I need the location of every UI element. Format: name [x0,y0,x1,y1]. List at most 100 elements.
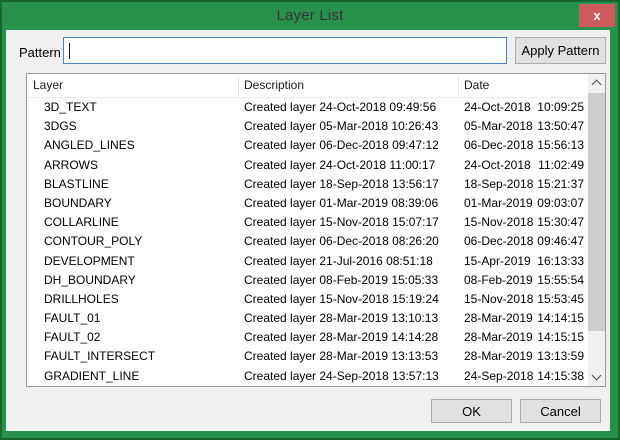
cell-date: 08-Feb-2019 [464,272,533,287]
cell-date-group: 28-Mar-2019 14:15:15 [464,328,584,347]
cell-time: 14:14:15 [537,311,584,326]
cell-date-group: 06-Dec-2018 09:46:47 [464,232,584,251]
scroll-down-button[interactable] [588,369,605,386]
cell-date: 24-Sep-2018 [464,368,534,383]
cell-date: 28-Mar-2019 [464,330,533,345]
table-row[interactable]: BOUNDARY Created layer 01-Mar-2019 08:39… [27,194,588,213]
cell-date-group: 15-Apr-2019 16:13:33 [464,252,584,271]
cell-layer: ARROWS [44,157,98,172]
cell-date: 28-Mar-2019 [464,349,533,364]
cell-date: 06-Dec-2018 [464,138,534,153]
column-header-date[interactable]: Date [464,74,489,97]
cell-description: Created layer 06-Dec-2018 08:26:20 [244,234,439,249]
cell-date-group: 06-Dec-2018 15:56:13 [464,136,584,155]
table-row[interactable]: DH_BOUNDARY Created layer 08-Feb-2019 15… [27,271,588,290]
column-separator[interactable] [238,77,239,95]
cell-layer: 3DGS [44,119,77,134]
scrollbar-thumb[interactable] [588,93,605,331]
ok-button[interactable]: OK [431,399,512,423]
table-row[interactable]: ARROWS Created layer 24-Oct-2018 11:00:1… [27,156,588,175]
cell-description: Created layer 08-Feb-2019 15:05:33 [244,272,439,287]
table-row[interactable]: CONTOUR_POLY Created layer 06-Dec-2018 0… [27,232,588,251]
apply-pattern-button[interactable]: Apply Pattern [515,37,606,64]
cell-layer: FAULT_INTERSECT [44,349,156,364]
table-row[interactable]: DEVELOPMENT Created layer 21-Jul-2016 08… [27,252,588,271]
table-row[interactable]: FAULT_01 Created layer 28-Mar-2019 13:10… [27,309,588,328]
table-row[interactable]: COLLARLINE Created layer 15-Nov-2018 15:… [27,213,588,232]
layer-table: Layer Description Date 3D_TEXT Created l… [26,73,606,387]
layer-list-dialog: Layer List x Pattern Apply Pattern Layer… [0,0,620,440]
table-row[interactable]: FAULT_INTERSECT Created layer 28-Mar-201… [27,347,588,366]
cell-description: Created layer 28-Mar-2019 13:13:53 [244,349,439,364]
cell-date: 28-Mar-2019 [464,311,533,326]
table-row[interactable]: 3D_TEXT Created layer 24-Oct-2018 09:49:… [27,98,588,117]
column-separator[interactable] [458,77,459,95]
cell-date-group: 28-Mar-2019 13:13:59 [464,347,584,366]
cell-description: Created layer 18-Sep-2018 13:56:17 [244,176,439,191]
cell-time: 10:09:25 [537,100,584,114]
table-row[interactable]: ANGLED_LINES Created layer 06-Dec-2018 0… [27,136,588,155]
cell-date-group: 15-Nov-2018 15:53:45 [464,290,584,309]
cell-time: 15:21:37 [537,176,584,191]
cell-time: 13:50:47 [537,119,584,134]
cell-date-group: 18-Sep-2018 15:21:37 [464,175,584,194]
cell-layer: 3D_TEXT [44,100,97,114]
cell-description: Created layer 05-Mar-2018 10:26:43 [244,119,439,134]
cell-description: Created layer 01-Mar-2019 08:39:06 [244,195,439,210]
cell-description: Created layer 21-Jul-2016 08:51:18 [244,253,433,268]
cell-date: 18-Sep-2018 [464,176,534,191]
table-header: Layer Description Date [27,74,605,98]
cell-layer: FAULT_01 [44,311,101,326]
pattern-input[interactable] [63,37,507,64]
cell-time: 15:53:45 [537,291,584,306]
cell-description: Created layer 06-Dec-2018 09:47:12 [244,138,439,153]
cell-time: 13:13:59 [537,349,584,364]
cell-description: Created layer 24-Oct-2018 09:49:56 [244,100,437,114]
cell-layer: CONTOUR_POLY [44,234,143,249]
cell-layer: GRADIENT_LINE [44,368,140,383]
titlebar[interactable]: Layer List x [2,2,618,30]
vertical-scrollbar[interactable] [588,74,605,386]
cell-description: Created layer 15-Nov-2018 15:19:24 [244,291,439,306]
cell-time: 16:13:33 [537,253,584,268]
cell-date: 24-Oct-2018 [464,157,531,172]
cell-layer: BLASTLINE [44,176,109,191]
cell-date-group: 01-Mar-2019 09:03:07 [464,194,584,213]
cell-time: 15:56:13 [537,138,584,153]
cell-layer: ANGLED_LINES [44,138,135,153]
text-caret [69,43,70,59]
cancel-button[interactable]: Cancel [520,399,601,423]
pattern-label: Pattern [19,45,61,60]
column-header-description[interactable]: Description [244,74,304,97]
cell-time: 15:30:47 [537,215,584,230]
cell-time: 15:55:54 [537,272,584,287]
cell-description: Created layer 15-Nov-2018 15:07:17 [244,215,439,230]
table-row[interactable]: BLASTLINE Created layer 18-Sep-2018 13:5… [27,175,588,194]
cell-date: 06-Dec-2018 [464,234,534,249]
window-title: Layer List [276,7,344,24]
table-row[interactable]: DRILLHOLES Created layer 15-Nov-2018 15:… [27,290,588,309]
cell-layer: BOUNDARY [44,195,112,210]
cell-date-group: 28-Mar-2019 14:14:15 [464,309,584,328]
table-row[interactable]: GRADIENT_LINE Created layer 24-Sep-2018 … [27,367,588,386]
chevron-down-icon [591,370,602,381]
cell-description: Created layer 24-Sep-2018 13:57:13 [244,368,439,383]
close-button[interactable]: x [579,4,615,27]
table-body: 3D_TEXT Created layer 24-Oct-2018 09:49:… [27,98,588,386]
cell-description: Created layer 24-Oct-2018 11:00:17 [244,157,436,172]
cell-layer: FAULT_02 [44,330,101,345]
cell-date-group: 24-Sep-2018 14:15:38 [464,367,584,386]
cell-time: 11:02:49 [538,157,584,172]
scroll-up-button[interactable] [588,74,605,91]
column-header-layer[interactable]: Layer [33,74,63,97]
cell-date: 15-Nov-2018 [464,291,534,306]
cell-time: 09:03:07 [537,195,584,210]
table-row[interactable]: FAULT_02 Created layer 28-Mar-2019 14:14… [27,328,588,347]
cell-date-group: 15-Nov-2018 15:30:47 [464,213,584,232]
cell-date: 01-Mar-2019 [464,195,533,210]
cell-description: Created layer 28-Mar-2019 14:14:28 [244,330,439,345]
cell-time: 14:15:15 [537,330,584,345]
table-row[interactable]: 3DGS Created layer 05-Mar-2018 10:26:43 … [27,117,588,136]
cell-date-group: 08-Feb-2019 15:55:54 [464,271,584,290]
cell-layer: COLLARLINE [44,215,119,230]
